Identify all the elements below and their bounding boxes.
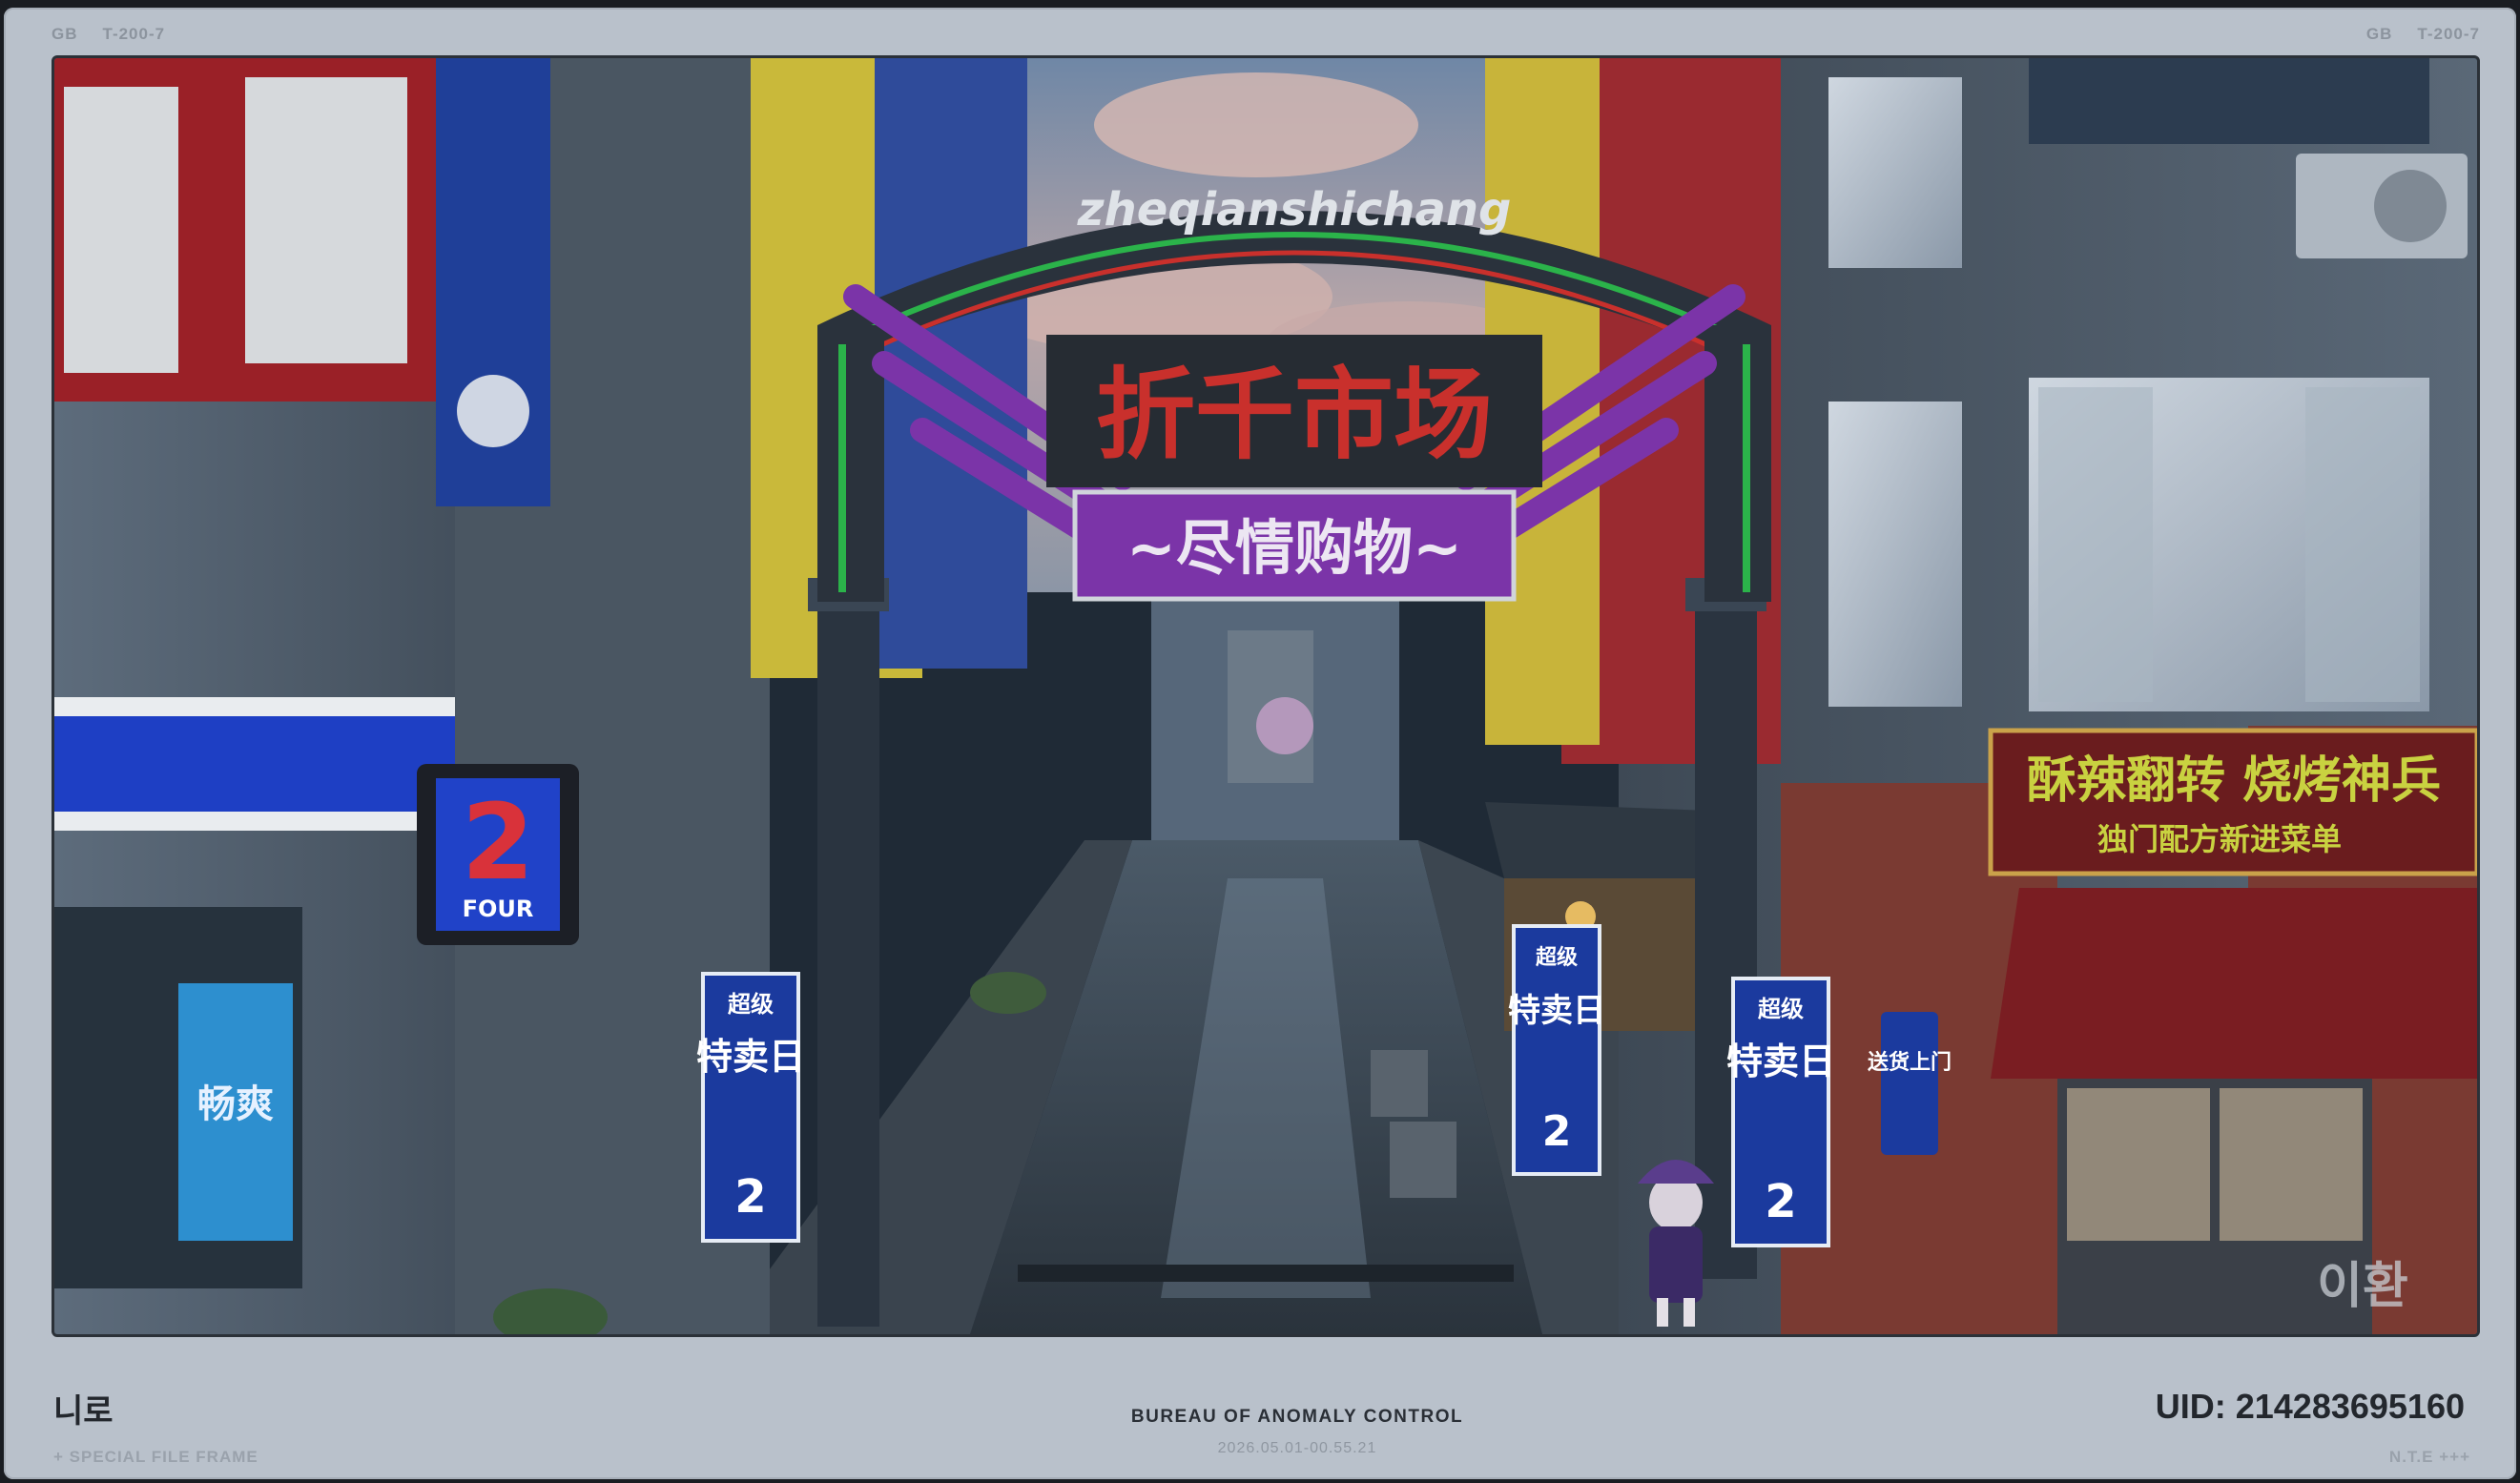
sale-banner-mid: 超级 特卖日 2	[1508, 924, 1605, 1176]
neon-strip	[1743, 344, 1750, 592]
corner-region: GB	[52, 25, 78, 43]
uid-label: UID: 214283695160	[2155, 1387, 2465, 1426]
timestamp: 2026.05.01-00.55.21	[1217, 1440, 1377, 1456]
arch-title: 折千市场	[1096, 357, 1493, 473]
mid-window	[1828, 402, 1962, 707]
store-fascia-trim	[54, 812, 455, 831]
game-screenshot: 畅爽 2 FOUR 酥辣翻转 烧烤神兵 独门配方新进菜单 이환 送货上门 zhe…	[52, 55, 2480, 1337]
neon-strip	[838, 344, 846, 592]
bench	[1390, 1122, 1456, 1198]
banner-top-text: 超级	[728, 991, 774, 1018]
banner-main-text: 特卖日	[1726, 1040, 1835, 1082]
arch-pillar-left	[817, 592, 879, 1327]
arch-romanized-title: zheqianshichang	[1077, 183, 1512, 237]
photo-frame: GB T-200-7 GB T-200-7 畅爽 2 FOUR 酥辣翻转 烧烤神…	[4, 8, 2516, 1479]
shop-window	[2220, 1088, 2363, 1241]
restaurant-sign-main: 酥辣翻转 烧烤神兵	[2027, 752, 2441, 810]
window-blind	[2038, 387, 2153, 702]
fridge-label: 畅爽	[197, 1082, 274, 1126]
restaurant-sign-sub: 独门配方新进菜单	[2097, 821, 2342, 857]
corner-region: GB	[2365, 25, 2393, 43]
red-awning	[1991, 888, 2477, 1079]
delivery-sign	[1881, 1012, 1938, 1155]
store-sign-sub: FOUR	[463, 896, 534, 922]
window-blind	[2305, 387, 2420, 702]
frame-note-right: N.T.E +++	[2388, 1448, 2470, 1466]
shop-window	[2067, 1088, 2210, 1241]
cloud	[1094, 72, 1418, 177]
mascot-icon	[457, 375, 529, 447]
sign-letter-block	[64, 87, 178, 373]
bureau-title: BUREAU OF ANOMALY CONTROL	[1130, 1407, 1464, 1427]
sale-banner-left: 超级 特卖日 2	[696, 972, 805, 1243]
street-scene: 畅爽 2 FOUR 酥辣翻转 烧烤神兵 独门配方新进菜单 이환 送货上门 zhe…	[54, 58, 2477, 1334]
corner-code: T-200-7	[102, 25, 166, 43]
upper-window	[1828, 77, 1962, 268]
delivery-sign-text: 送货上门	[1868, 1050, 1952, 1075]
banner-main-text: 特卖日	[696, 1036, 805, 1078]
banner-top-text: 超级	[1758, 996, 1804, 1022]
banner-main-text: 特卖日	[1508, 992, 1605, 1030]
corner-tag-right: GB T-200-7	[2366, 25, 2480, 44]
banner-brand: 2	[1765, 1175, 1796, 1228]
bench	[1371, 1050, 1428, 1117]
store-fascia-trim	[54, 697, 455, 716]
banner-top-text: 超级	[1536, 945, 1578, 970]
sale-banner-right: 超级 特卖日 2	[1726, 977, 1835, 1247]
corner-code: T-200-7	[2417, 25, 2480, 43]
drain-grate	[1018, 1265, 1514, 1282]
banner-brand: 2	[1542, 1107, 1572, 1156]
top-window	[2029, 58, 2429, 144]
store-fascia	[54, 697, 455, 831]
ac-fan-icon	[2374, 170, 2447, 242]
sign-letter-block	[245, 77, 407, 363]
banner-brand: 2	[734, 1170, 766, 1224]
blossom-tree	[1256, 697, 1313, 754]
plant	[970, 972, 1046, 1014]
store-sign-number: 2	[462, 781, 535, 903]
arch-slogan: ~尽情购物~	[1126, 513, 1462, 583]
watermark: 이환	[2317, 1258, 2408, 1315]
corner-tag-left: GB T-200-7	[52, 25, 165, 44]
